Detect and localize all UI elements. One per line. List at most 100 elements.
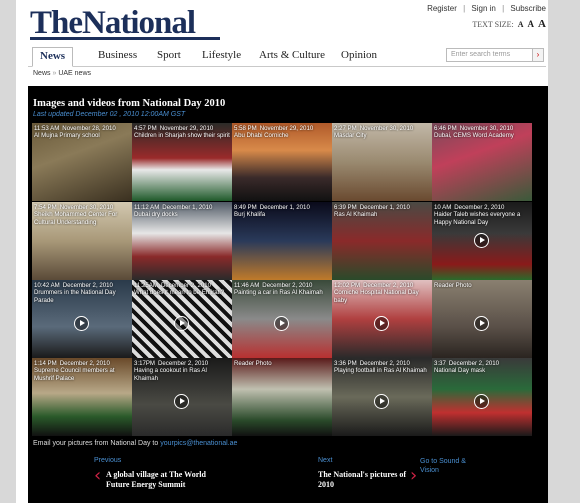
tab-sport[interactable]: Sport — [157, 49, 181, 61]
previous-title[interactable]: A global village at The World Future Ene… — [106, 470, 206, 490]
gallery-item[interactable]: 1:14 PM December 2, 2010 Supreme Council m… — [32, 358, 132, 436]
gallery-date: December 2, 2010 — [363, 282, 414, 289]
gallery-item[interactable]: 12:02 PM December 2, 2010 Corniche Hospita… — [332, 280, 432, 358]
gallery-time: 2:27 PM — [334, 125, 357, 132]
gallery-caption-text: Haider Taleb wishes everyone a Happy Nat… — [434, 211, 521, 226]
separator: | — [463, 4, 466, 13]
gallery-date: December 2, 2010 — [359, 360, 410, 367]
gallery-caption-text: Sheikh Mohammed Center For Cultural Unde… — [34, 211, 118, 226]
gallery-date: December 1, 2010 — [359, 204, 410, 211]
gallery-item[interactable]: 11:25AM December 2, 2010 What does it mean… — [132, 280, 232, 358]
gallery-caption-text: Ras Al Khaimah — [334, 211, 378, 219]
gallery-caption: 6:39 PM December 1, 2010 Ras Al Khaimah — [334, 204, 431, 219]
text-size-small[interactable]: A — [518, 20, 524, 29]
gallery-time: 12:02 PM — [334, 282, 361, 289]
gallery-caption-text: Playing football in Ras Al Khaimah — [334, 367, 427, 375]
logo-underline — [30, 37, 220, 40]
gallery-caption-text: Having a cookout in Ras Al Khaimah — [134, 367, 207, 382]
gallery-grid: 11:53 AM November 28, 2010 Al Mujna Primar… — [32, 123, 533, 437]
gallery-item[interactable]: 7:54 PM November 30, 2010 Sheikh Mohammed … — [32, 202, 132, 280]
tab-arts-culture[interactable]: Arts & Culture — [259, 49, 325, 61]
utility-bar: Register | Sign in | Subscribe TEXT SIZE… — [423, 4, 546, 30]
subscribe-link[interactable]: Subscribe — [510, 4, 546, 13]
gallery-thumbnail — [232, 358, 332, 436]
play-icon[interactable] — [74, 316, 89, 331]
gallery-date: November 29, 2010 — [159, 125, 214, 132]
gallery-item[interactable]: 11:12 AM December 1, 2010 Dubai dry docks — [132, 202, 232, 280]
sign-in-link[interactable]: Sign in — [471, 4, 495, 13]
gallery-time: 6:39 PM — [334, 204, 357, 211]
gallery-caption: 4:57 PM November 29, 2010 Children in Shar… — [134, 125, 231, 140]
main-nav: News Business Sport Lifestyle Arts & Cul… — [28, 45, 546, 67]
next-chevron-icon[interactable]: › — [410, 465, 417, 486]
breadcrumb: News » UAE news — [33, 70, 91, 77]
gallery-item[interactable]: 2:27 PM November 30, 2010 Masdar City — [332, 123, 432, 201]
gallery-caption: 11:25AM December 2, 2010 What does it mean… — [134, 282, 231, 297]
play-icon[interactable] — [374, 316, 389, 331]
gallery-item[interactable]: 10 AM December 2, 2010 Haider Taleb wishes… — [432, 202, 532, 280]
email-link[interactable]: yourpics@thenational.ae — [160, 440, 237, 447]
text-size-medium[interactable]: A — [528, 19, 535, 29]
gallery-caption-text: Al Mujna Primary school — [34, 132, 100, 140]
gallery-item[interactable]: 4:57 PM November 29, 2010 Children in Shar… — [132, 123, 232, 201]
breadcrumb-news[interactable]: News — [33, 70, 51, 77]
tab-lifestyle[interactable]: Lifestyle — [202, 49, 241, 61]
play-icon[interactable] — [274, 316, 289, 331]
text-size-large[interactable]: A — [538, 18, 546, 30]
gallery-time: 8:49 PM — [234, 204, 257, 211]
gallery-item[interactable]: 3:17PM December 2, 2010 Having a cookout i… — [132, 358, 232, 436]
gallery-item[interactable]: 11:53 AM November 28, 2010 Al Mujna Primar… — [32, 123, 132, 201]
gallery-time: 1:14 PM — [34, 360, 57, 367]
email-note: Email your pictures from National Day to… — [33, 440, 237, 447]
gallery-item[interactable]: 3:36 PM December 2, 2010 Playing football … — [332, 358, 432, 436]
register-link[interactable]: Register — [427, 4, 457, 13]
text-size-label: TEXT SIZE: — [472, 20, 514, 29]
tab-business[interactable]: Business — [98, 49, 137, 61]
gallery-time: 4:57 PM — [134, 125, 157, 132]
gallery-updated: Last updated December 02 , 2010 12:00AM … — [33, 111, 186, 118]
site-logo[interactable]: TheNational — [30, 6, 196, 40]
gallery-caption-text: Supreme Council members at Mushrif Palac… — [34, 367, 115, 382]
gallery-date: December 1, 2010 — [162, 204, 213, 211]
gallery-caption: 5:58 PM November 29, 2010 Abu Dhabi Cornic… — [234, 125, 331, 140]
breadcrumb-uae-news[interactable]: UAE news — [58, 70, 91, 77]
gallery-date: November 30, 2010 — [459, 125, 514, 132]
gallery-item[interactable]: 5:58 PM November 29, 2010 Abu Dhabi Cornic… — [232, 123, 332, 201]
gallery-date: December 2, 2010 — [160, 282, 212, 289]
gallery-item[interactable]: 10:42 AM December 2, 2010 Drummers in the … — [32, 280, 132, 358]
play-icon[interactable] — [474, 394, 489, 409]
gallery-item[interactable]: 6:39 PM December 1, 2010 Ras Al Khaimah — [332, 202, 432, 280]
gallery-caption: Reader Photo — [434, 282, 531, 289]
play-icon[interactable] — [474, 316, 489, 331]
gallery-date: December 2, 2010 — [262, 282, 313, 289]
tab-opinion[interactable]: Opinion — [341, 49, 377, 61]
gallery-caption: 11:46 AM December 2, 2010 Painting a car i… — [234, 282, 331, 297]
next-label[interactable]: Next — [318, 457, 332, 464]
search-go-icon[interactable]: › — [532, 48, 544, 62]
gallery-caption-text: Painting a car in Ras Al Khaimah — [234, 289, 323, 297]
gallery-item[interactable]: 11:46 AM December 2, 2010 Painting a car i… — [232, 280, 332, 358]
previous-label[interactable]: Previous — [94, 457, 121, 464]
gallery-date: November 29, 2010 — [259, 125, 314, 132]
search-input[interactable]: Enter search terms › — [446, 48, 544, 62]
gallery-time: 11:12 AM — [134, 204, 160, 211]
gallery-caption: 12:02 PM December 2, 2010 Corniche Hospita… — [334, 282, 431, 304]
play-icon[interactable] — [374, 394, 389, 409]
go-to-sound-vision-link[interactable]: Go to Sound & Vision — [420, 457, 480, 475]
gallery-item[interactable]: Reader Photo — [232, 358, 332, 436]
previous-chevron-icon[interactable]: ‹ — [94, 465, 101, 486]
gallery-item[interactable]: Reader Photo — [432, 280, 532, 358]
gallery-item[interactable]: 3:37 December 2, 2010 National Day mask — [432, 358, 532, 436]
play-icon[interactable] — [474, 233, 489, 248]
gallery-caption-text: Masdar City — [334, 132, 367, 140]
gallery-item[interactable]: 8:49 PM December 1, 2010 Burj Khalifa — [232, 202, 332, 280]
gallery-date: December 2, 2010 — [59, 360, 110, 367]
play-icon[interactable] — [174, 316, 189, 331]
breadcrumb-arrow-icon: » — [52, 70, 57, 77]
email-prefix: Email your pictures from National Day to — [33, 440, 159, 447]
next-title[interactable]: The National's pictures of 2010 — [318, 470, 412, 490]
play-icon[interactable] — [174, 394, 189, 409]
tab-news[interactable]: News — [32, 47, 74, 67]
gallery-caption: 11:12 AM December 1, 2010 Dubai dry docks — [134, 204, 231, 219]
gallery-item[interactable]: 6:46 PM November 30, 2010 Dubai, CEMS Word… — [432, 123, 532, 201]
